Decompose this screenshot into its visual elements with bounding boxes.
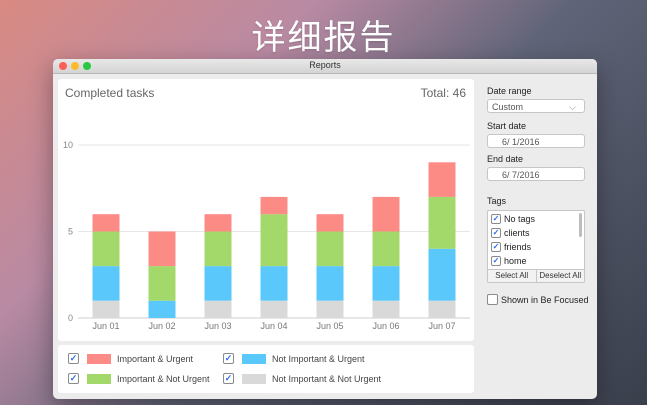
start-date-field[interactable]: 6/ 1/2016 [487,134,585,148]
shown-in-be-focused-checkbox[interactable] [487,294,498,305]
legend-checkbox[interactable]: ✓ [223,353,234,364]
bar-segment [148,231,176,267]
bar-segment [260,300,288,318]
bar-segment [428,196,456,249]
y-tick-label: 5 [68,227,73,237]
start-date-value: 6/ 1/2016 [502,137,540,147]
stacked-bar-chart: 0 5 10 Jun 01 Jun 02 Jun 03 Jun 04 Jun 05 Jun 06… [63,140,470,331]
bar-segment [204,231,232,267]
bar-segment [92,214,120,232]
tag-checkbox[interactable]: ✓ [491,242,501,252]
tag-item-home[interactable]: ✓ home [491,256,527,266]
x-tick-label: Jun 04 [260,321,287,331]
legend-checkbox[interactable]: ✓ [223,373,234,384]
legend-label: Not Important & Urgent [272,353,365,364]
tag-item-no-tags[interactable]: ✓ No tags [491,214,535,224]
y-tick-label: 0 [68,313,73,323]
deselect-all-button[interactable]: Deselect All [535,270,585,282]
x-tick-label: Jun 06 [372,321,399,331]
bar-segment [316,300,344,318]
legend-checkbox[interactable]: ✓ [68,353,79,364]
bar-segment [316,214,344,232]
bar-segment [316,266,344,301]
legend-item-important-not-urgent[interactable]: ✓ Important & Not Urgent [68,373,210,384]
x-tick-label: Jun 05 [316,321,343,331]
legend-label: Not Important & Not Urgent [272,373,382,384]
shown-in-be-focused-option[interactable]: Shown in Be Focused [487,294,589,305]
bar-segment [204,266,232,301]
x-tick-label: Jun 02 [148,321,175,331]
legend-item-not-important-not-urgent[interactable]: ✓ Not Important & Not Urgent [223,373,381,384]
tags-label: Tags [487,196,507,206]
bar-segment [428,248,456,301]
tag-label: friends [504,242,532,252]
filters-sidebar: Date range Custom ⌵ Start date 6/ 1/2016… [480,79,592,393]
legend-label: Important & Not Urgent [117,373,210,384]
date-range-select[interactable]: Custom ⌵ [487,99,585,113]
end-date-value: 6/ 7/2016 [502,170,540,180]
legend-swatch [87,373,111,384]
tags-list[interactable]: ✓ No tags ✓ clients ✓ friends ✓ home Sel… [487,210,585,283]
chevron-down-icon: ⌵ [569,102,576,112]
bar-segment [92,300,120,318]
end-date-field[interactable]: 6/ 7/2016 [487,167,585,181]
bar-segment [148,266,176,301]
bar-segment [148,300,176,318]
y-tick-label: 10 [63,140,73,150]
legend-swatch [242,373,266,384]
legend-item-not-important-urgent[interactable]: ✓ Not Important & Urgent [223,353,365,364]
bar-segment [92,266,120,301]
bar-segment [428,162,456,197]
x-tick-label: Jun 03 [204,321,231,331]
x-tick-label: Jun 01 [92,321,119,331]
select-all-button[interactable]: Select All [488,270,536,282]
legend-swatch [242,353,266,364]
start-date-label: Start date [487,121,527,131]
tags-buttons: Select All Deselect All [488,269,584,282]
bar-segment [260,196,288,215]
bar-segment [372,266,400,301]
bar-segment [372,300,400,318]
tag-checkbox[interactable]: ✓ [491,228,501,238]
x-tick-label: Jun 07 [428,321,455,331]
legend-panel: ✓ Important & Urgent ✓ Important & Not U… [58,345,474,393]
legend-label: Important & Urgent [117,353,194,364]
tag-item-clients[interactable]: ✓ clients [491,228,530,238]
date-range-value: Custom [492,102,524,112]
bar-segment [204,214,232,232]
bar-segment [260,266,288,301]
bar-segment [372,231,400,267]
end-date-label: End date [487,154,524,164]
date-range-label: Date range [487,86,532,96]
legend-checkbox[interactable]: ✓ [68,373,79,384]
bar-segment [316,231,344,267]
tag-item-friends[interactable]: ✓ friends [491,242,531,252]
legend-item-important-urgent[interactable]: ✓ Important & Urgent [68,353,193,364]
reports-window: Reports Completed tasks Total: 46 0 5 10 Ju… [53,59,597,399]
bar-segment [428,300,456,318]
tag-checkbox[interactable]: ✓ [491,214,501,224]
hero-title: 详细报告 [251,18,396,58]
bar-segment [204,300,232,318]
tag-checkbox[interactable]: ✓ [491,256,501,266]
shown-in-be-focused-label: Shown in Be Focused [501,294,589,305]
window-title: Reports [309,60,341,70]
title-bar[interactable]: Reports [53,59,597,74]
tags-scrollbar[interactable] [579,213,582,237]
tag-label: home [504,256,527,266]
bar-segment [372,196,400,232]
tag-label: clients [504,228,530,238]
bar-segment [92,231,120,267]
legend-swatch [87,353,111,364]
tag-label: No tags [504,214,536,224]
chart-panel: Completed tasks Total: 46 0 5 10 Jun 01 Jun … [58,79,474,341]
bar-segment [260,214,288,267]
